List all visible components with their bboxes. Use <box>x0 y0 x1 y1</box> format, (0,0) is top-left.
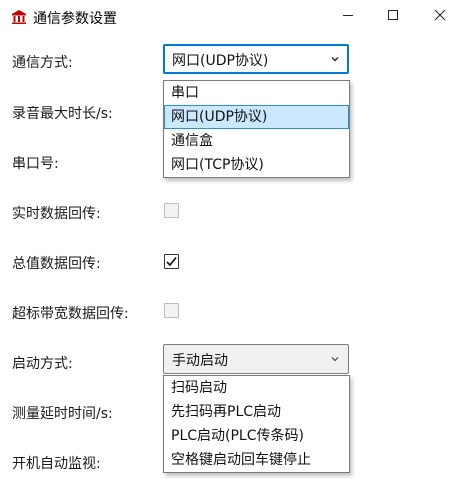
maximize-button[interactable] <box>370 0 416 34</box>
comm-mode-value: 网口(UDP协议) <box>172 53 269 69</box>
delay-label: 测量延时时间/s: <box>12 406 113 422</box>
start-option-scan-then-plc[interactable]: 先扫码再PLC启动 <box>164 400 349 424</box>
comm-mode-dropdown: 串口 网口(UDP协议) 通信盒 网口(TCP协议) <box>163 80 350 178</box>
comm-mode-select[interactable]: 网口(UDP协议) <box>163 44 349 74</box>
minimize-button[interactable] <box>325 0 371 34</box>
realtime-checkbox[interactable] <box>164 203 179 218</box>
serial-port-label: 串口号: <box>12 156 59 172</box>
minimize-icon <box>342 9 354 25</box>
close-icon <box>434 9 446 25</box>
close-button[interactable] <box>417 0 463 34</box>
maximize-icon <box>387 9 399 25</box>
start-mode-dropdown: 扫码启动 先扫码再PLC启动 PLC启动(PLC传条码) 空格键启动回车键停止 <box>163 375 350 473</box>
chevron-down-icon <box>329 353 341 365</box>
start-mode-label: 启动方式: <box>12 356 73 372</box>
over-bandwidth-checkbox[interactable] <box>164 303 179 318</box>
max-record-label: 录音最大时长/s: <box>12 106 113 122</box>
comm-option-tcp[interactable]: 网口(TCP协议) <box>164 153 349 177</box>
bank-icon <box>11 9 27 25</box>
start-option-space-enter[interactable]: 空格键启动回车键停止 <box>164 448 349 472</box>
title-bar: 通信参数设置 <box>0 0 463 34</box>
comm-option-commbox[interactable]: 通信盒 <box>164 129 349 153</box>
comm-option-serial[interactable]: 串口 <box>164 81 349 105</box>
start-mode-value: 手动启动 <box>172 353 228 369</box>
realtime-label: 实时数据回传: <box>12 206 101 222</box>
start-option-scan[interactable]: 扫码启动 <box>164 376 349 400</box>
start-option-plc[interactable]: PLC启动(PLC传条码) <box>164 424 349 448</box>
start-mode-select[interactable]: 手动启动 <box>163 344 349 374</box>
comm-mode-label: 通信方式: <box>12 55 73 71</box>
chevron-down-icon <box>329 53 341 65</box>
over-bandwidth-label: 超标带宽数据回传: <box>12 306 129 322</box>
total-checkbox[interactable] <box>164 254 179 269</box>
total-label: 总值数据回传: <box>12 256 101 272</box>
comm-option-udp[interactable]: 网口(UDP协议) <box>164 105 349 129</box>
window-title: 通信参数设置 <box>33 11 117 27</box>
autostart-label: 开机自动监视: <box>12 456 101 472</box>
